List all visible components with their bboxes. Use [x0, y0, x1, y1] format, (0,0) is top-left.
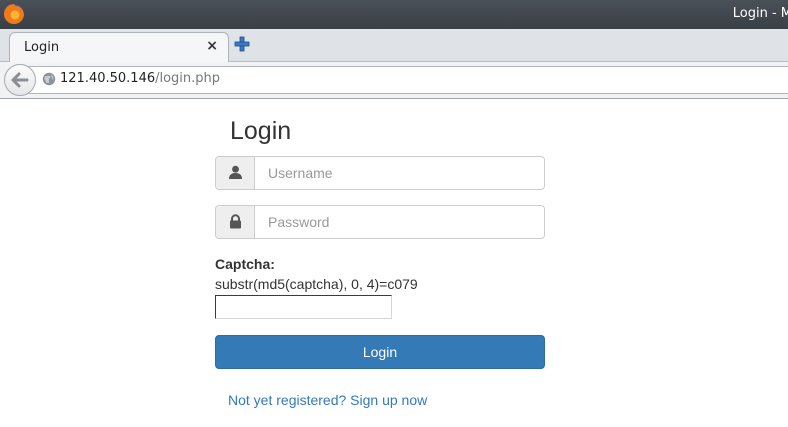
firefox-icon[interactable] — [3, 3, 25, 25]
password-addon — [216, 206, 255, 238]
username-addon — [216, 157, 255, 189]
password-input[interactable] — [256, 206, 544, 238]
window-title: Login - M — [732, 6, 788, 21]
url-host: 121.40.50.146 — [60, 71, 156, 86]
login-button[interactable]: Login — [215, 335, 545, 369]
password-group — [215, 205, 545, 239]
globe-icon[interactable] — [42, 72, 56, 86]
tab-strip: Login × — [0, 29, 788, 63]
username-group — [215, 156, 545, 190]
page-title: Login — [230, 117, 292, 145]
tab-login[interactable]: Login × — [9, 32, 229, 63]
captcha-input[interactable] — [215, 295, 392, 319]
back-button[interactable] — [4, 64, 36, 96]
window-titlebar: Login - M — [0, 0, 788, 29]
captcha-hint: substr(md5(captcha), 0, 4)=c079 — [215, 276, 418, 292]
user-icon — [229, 165, 242, 179]
url-path: /login.php — [155, 71, 221, 86]
plus-icon[interactable] — [233, 35, 251, 53]
captcha-label: Captcha: — [215, 256, 275, 272]
close-icon[interactable]: × — [206, 38, 218, 54]
signup-link[interactable]: Not yet registered? Sign up now — [228, 392, 427, 408]
username-input[interactable] — [256, 157, 544, 189]
url-text[interactable]: 121.40.50.146/login.php — [60, 71, 220, 86]
tab-label: Login — [24, 40, 60, 55]
lock-icon — [230, 214, 241, 229]
back-arrow-icon — [11, 72, 29, 88]
